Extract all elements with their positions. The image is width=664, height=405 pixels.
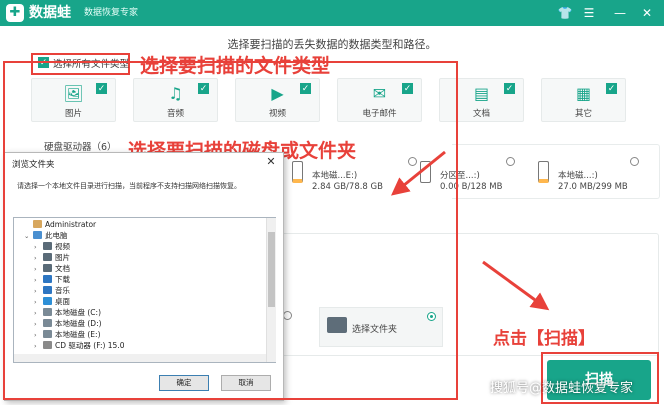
folder-tree-highlight (3, 61, 458, 400)
arrow-to-folder (482, 260, 550, 311)
